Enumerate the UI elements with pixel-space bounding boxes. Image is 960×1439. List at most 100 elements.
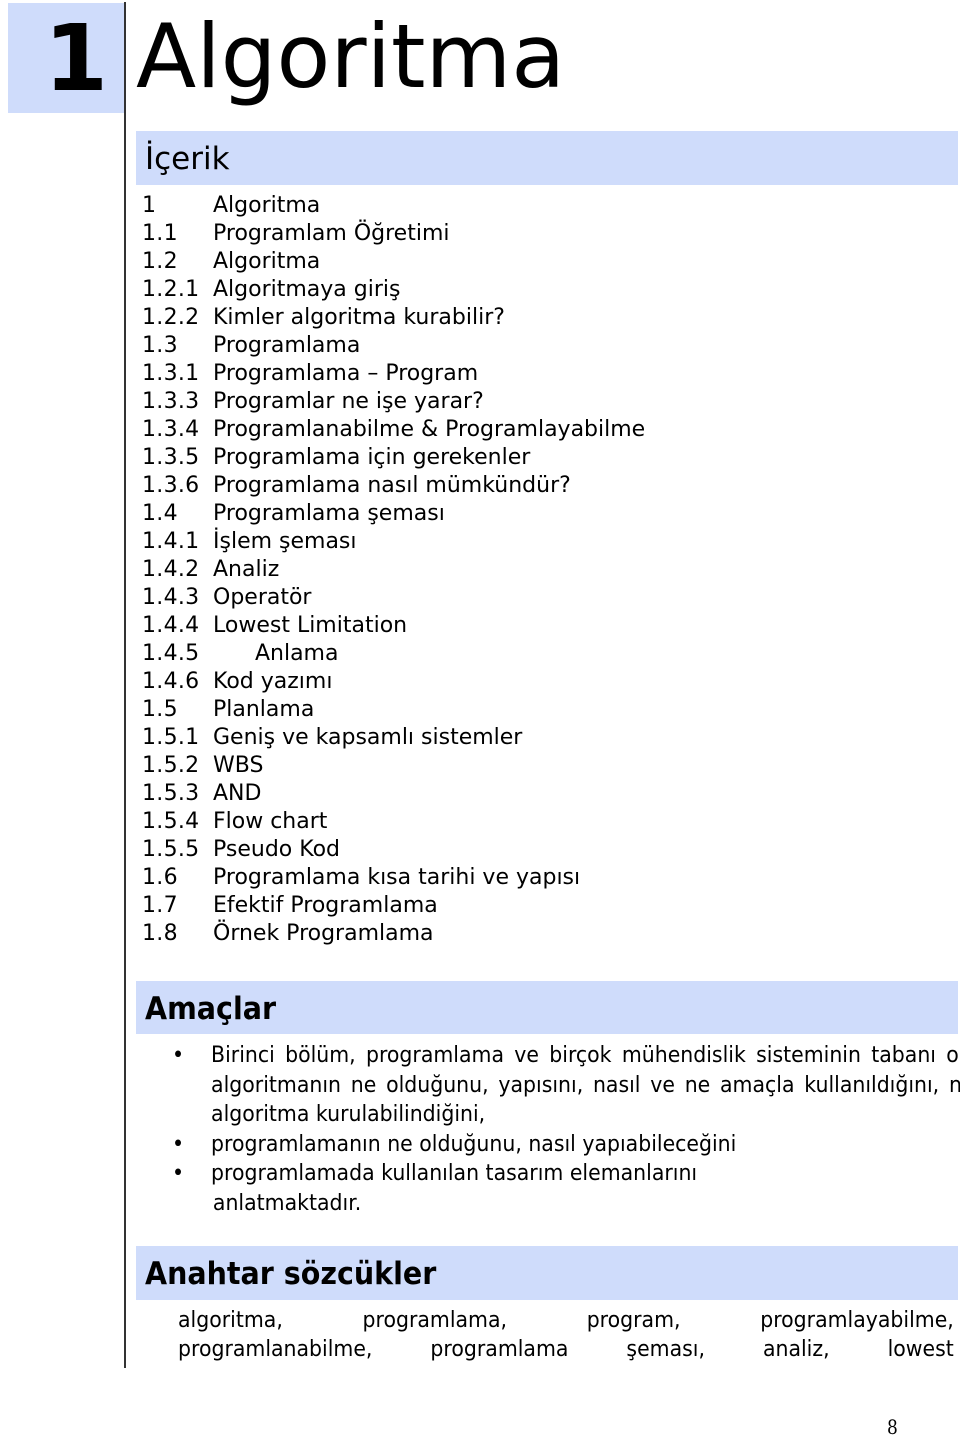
toc-entry-number: 1.3.3 — [142, 389, 200, 414]
toc-entry[interactable]: 1.4.5 Anlama — [142, 640, 645, 668]
toc-heading-band: İçerik — [136, 131, 958, 185]
toc-entry[interactable]: 1.4.4 Lowest Limitation — [142, 612, 645, 640]
toc-entry[interactable]: 1.2.2 Kimler algoritma kurabilir? — [142, 304, 645, 332]
goal-text: Birinci bölüm, programlama ve birçok müh… — [211, 1043, 960, 1127]
toc-entry-number: 1.4.5 — [142, 641, 200, 666]
toc-entry-label: Algoritma — [213, 249, 321, 274]
toc-entry[interactable]: 1.4 Programlama şeması — [142, 500, 645, 528]
toc-entry-label: Programlama için gerekenler — [213, 445, 531, 470]
toc-entry-label: İşlem şeması — [213, 529, 357, 554]
toc-entry-label: WBS — [213, 753, 264, 778]
chapter-number-box: 1 — [8, 3, 124, 113]
bullet-icon: • — [172, 1131, 185, 1157]
toc-entry[interactable]: 1.2 Algoritma — [142, 248, 645, 276]
toc-entry-label: Programlama kısa tarihi ve yapısı — [213, 865, 581, 890]
toc-entry-number: 1.5.1 — [142, 725, 200, 750]
toc-entry-number: 1.3.1 — [142, 361, 200, 386]
toc-entry-number: 1.7 — [142, 893, 178, 918]
toc-entry-number: 1.4.3 — [142, 585, 200, 610]
toc-entry-number: 1.2.1 — [142, 277, 200, 302]
toc-entry-number: 1.6 — [142, 865, 178, 890]
toc-entry[interactable]: 1.7 Efektif Programlama — [142, 892, 645, 920]
toc-entry[interactable]: 1.3.6 Programlama nasıl mümkündür? — [142, 472, 645, 500]
toc-entry-label: Programlama nasıl mümkündür? — [213, 473, 571, 498]
toc-entry-label: Planlama — [213, 697, 315, 722]
toc-entry-label: Flow chart — [213, 809, 328, 834]
toc-entry[interactable]: 1.5 Planlama — [142, 696, 645, 724]
toc-entry-number: 1.8 — [142, 921, 178, 946]
toc-entry[interactable]: 1.5.3 AND — [142, 780, 645, 808]
toc-entry-number: 1.3.6 — [142, 473, 200, 498]
goals-heading-band: Amaçlar — [136, 981, 958, 1034]
toc-entry-label: Analiz — [213, 557, 280, 582]
toc-entry-number: 1.5.5 — [142, 837, 200, 862]
keywords-text: algoritma, programlama, program, program… — [178, 1306, 954, 1364]
toc-entry[interactable]: 1.4.3 Operatör — [142, 584, 645, 612]
bullet-icon: • — [172, 1043, 185, 1068]
toc-entry-number: 1.5.4 — [142, 809, 200, 834]
toc-entry-label: Pseudo Kod — [213, 837, 340, 862]
toc-entry[interactable]: 1.5.5 Pseudo Kod — [142, 836, 645, 864]
toc-entry-label: Efektif Programlama — [213, 893, 438, 918]
toc-entry[interactable]: 1.2.1 Algoritmaya giriş — [142, 276, 645, 304]
toc-entry-number: 1.4.6 — [142, 669, 200, 694]
toc-entry-number: 1.2.2 — [142, 305, 200, 330]
toc-entry[interactable]: 1.4.6 Kod yazımı — [142, 668, 645, 696]
toc-entry-label: Programlam Öğretimi — [213, 221, 450, 246]
toc-entry-label: Operatör — [213, 585, 312, 610]
toc-entry[interactable]: 1.8 Örnek Programlama — [142, 920, 645, 948]
toc-entry-number: 1.3.5 — [142, 445, 200, 470]
keywords-line: programlanabilme, programlama şeması, an… — [178, 1337, 954, 1362]
toc-entry[interactable]: 1.4.2 Analiz — [142, 556, 645, 584]
goal-item: • programlamada kullanılan tasarım elema… — [172, 1159, 960, 1189]
toc-entry[interactable]: 1.3.3 Programlar ne işe yarar? — [142, 388, 645, 416]
toc-entry-number: 1.2 — [142, 249, 178, 274]
toc-entry-number: 1.4.2 — [142, 557, 200, 582]
toc-entry[interactable]: 1.3.4 Programlanabilme & Programlayabilme — [142, 416, 645, 444]
toc-entry-label: Programlama – Program — [213, 361, 479, 386]
toc-entry[interactable]: 1.3.1 Programlama – Program — [142, 360, 645, 388]
bullet-icon: • — [172, 1161, 185, 1186]
toc-entry-label: Anlama — [213, 641, 339, 666]
page-number: 8 — [887, 1415, 898, 1439]
toc-entry[interactable]: 1.1 Programlam Öğretimi — [142, 220, 645, 248]
toc-entry-label: Örnek Programlama — [213, 921, 434, 946]
goal-item: • programlamanın ne olduğunu, nasıl yapı… — [172, 1130, 960, 1160]
toc-entry-label: Kod yazımı — [213, 669, 333, 694]
margin-divider — [124, 2, 126, 1368]
toc-entry[interactable]: 1.4.1 İşlem şeması — [142, 528, 645, 556]
toc-entry-label: Geniş ve kapsamlı sistemler — [213, 725, 523, 750]
goal-text: programlamanın ne olduğunu, nasıl yapıab… — [211, 1131, 737, 1157]
toc-entry-label: AND — [213, 781, 262, 806]
toc-entry[interactable]: 1.5.1 Geniş ve kapsamlı sistemler — [142, 724, 645, 752]
toc-entry-label: Programlama şeması — [213, 501, 445, 526]
toc-entry-number: 1.4.4 — [142, 613, 200, 638]
toc-entry[interactable]: 1.6 Programlama kısa tarihi ve yapısı — [142, 864, 645, 892]
toc-entry-label: Programlanabilme & Programlayabilme — [213, 417, 646, 442]
toc-entry-number: 1 — [142, 193, 157, 218]
toc-entry[interactable]: 1 Algoritma — [142, 192, 645, 220]
toc-entry-number: 1.5.2 — [142, 753, 200, 778]
toc-entry-label: Algoritma — [213, 193, 321, 218]
toc-entry[interactable]: 1.5.2 WBS — [142, 752, 645, 780]
toc-entry[interactable]: 1.3.5 Programlama için gerekenler — [142, 444, 645, 472]
toc-entry-label: Programlama — [213, 333, 361, 358]
toc-entry-label: Programlar ne işe yarar? — [213, 389, 484, 414]
keywords-line: algoritma, programlama, program, program… — [178, 1308, 954, 1333]
toc-entry-number: 1.4.1 — [142, 529, 200, 554]
goal-item: • Birinci bölüm, programlama ve birçok m… — [172, 1041, 960, 1130]
toc-heading: İçerik — [145, 141, 230, 177]
goals-heading: Amaçlar — [145, 991, 277, 1027]
toc-entry-number: 1.5 — [142, 697, 178, 722]
toc-entry[interactable]: 1.3 Programlama — [142, 332, 645, 360]
chapter-title: Algoritma — [136, 5, 566, 108]
toc-entry-number: 1.4 — [142, 501, 178, 526]
table-of-contents: 1 Algoritma 1.1 Programlam Öğretimi 1.2 Algor… — [142, 192, 645, 948]
keywords-heading: Anahtar sözcükler — [145, 1256, 437, 1292]
toc-entry-number: 1.3.4 — [142, 417, 200, 442]
toc-entry[interactable]: 1.5.4 Flow chart — [142, 808, 645, 836]
toc-entry-number: 1.3 — [142, 333, 178, 358]
toc-entry-number: 1.1 — [142, 221, 178, 246]
toc-entry-label: Algoritmaya giriş — [213, 277, 401, 302]
chapter-number: 1 — [44, 5, 109, 112]
